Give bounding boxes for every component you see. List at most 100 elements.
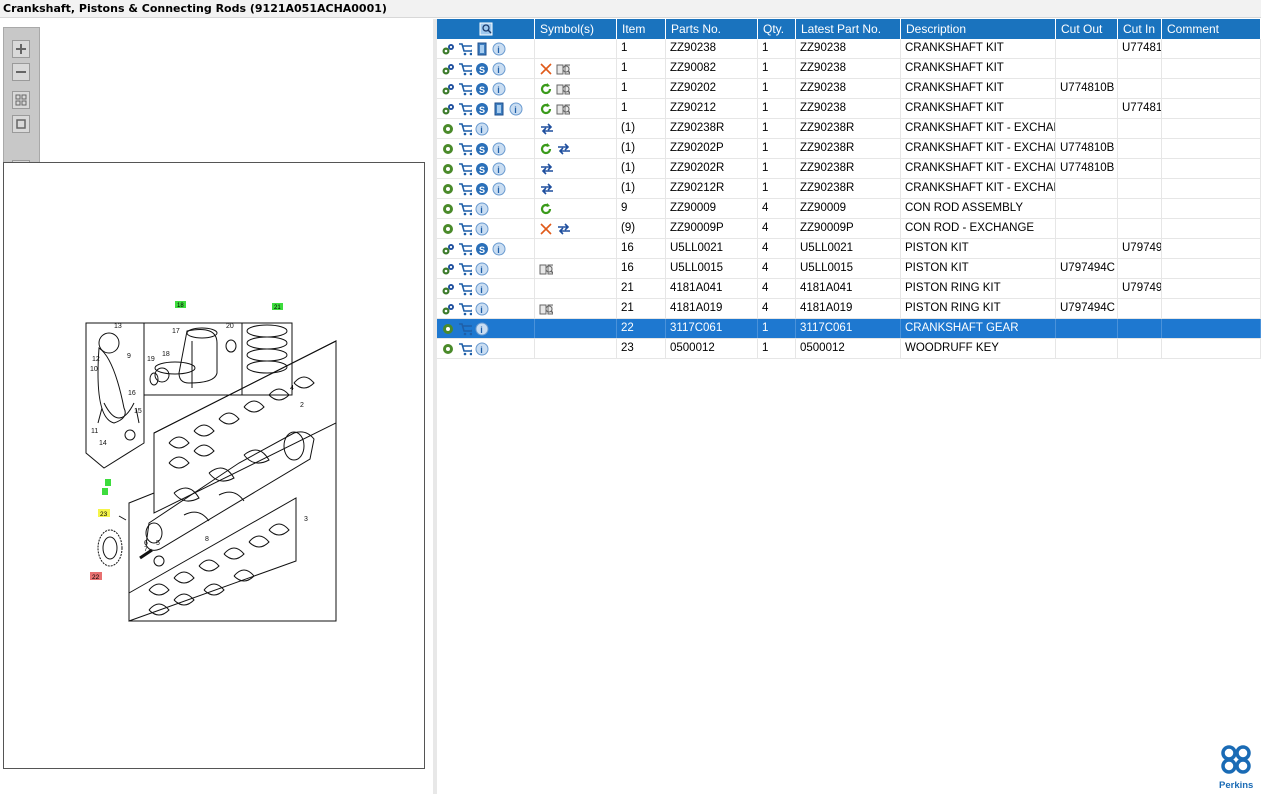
table-row[interactable]: Si 1 ZZ90212 1 ZZ90238 CRANKSHAFT KIT U77481 [437,99,1261,119]
callout-1[interactable] [102,488,108,495]
info-icon[interactable]: i [492,162,506,176]
cross-icon[interactable] [539,222,553,236]
book-search-icon[interactable] [556,62,570,76]
info-icon[interactable]: i [509,102,523,116]
s-badge-icon[interactable]: S [475,162,489,176]
info-icon[interactable]: i [492,242,506,256]
settings-icon[interactable] [441,262,455,276]
info-icon[interactable]: i [492,42,506,56]
settings-icon[interactable] [441,242,455,256]
info-icon[interactable]: i [475,282,489,296]
zoom-in-icon[interactable] [12,40,30,58]
gear-icon[interactable] [441,222,455,236]
settings-icon[interactable] [441,102,455,116]
table-row[interactable]: Si 1 ZZ90202 1 ZZ90238 CRANKSHAFT KIT U774810B [437,79,1261,99]
settings-icon[interactable] [441,82,455,96]
callout-9[interactable] [105,479,111,486]
cart-icon[interactable] [458,62,472,76]
info-icon[interactable]: i [475,322,489,336]
table-row[interactable]: i 1 ZZ90238 1 ZZ90238 CRANKSHAFT KIT U77481 [437,39,1261,59]
table-row[interactable]: i 16 U5LL0015 4 U5LL0015 PISTON KIT U797494C [437,259,1261,279]
column-header-qty[interactable]: Qty. [758,19,796,39]
cart-icon[interactable] [458,162,472,176]
refresh-icon[interactable] [539,82,553,96]
column-header-parts-no[interactable]: Parts No. [666,19,758,39]
cart-icon[interactable] [458,222,472,236]
table-row[interactable]: Si (1) ZZ90212R 1 ZZ90238R CRANKSHAFT KIT - E… [437,179,1261,199]
exchange-icon[interactable] [556,222,570,236]
s-badge-icon[interactable]: S [475,142,489,156]
exchange-icon[interactable] [539,162,553,176]
cart-icon[interactable] [458,302,472,316]
cart-icon[interactable] [458,262,472,276]
cart-icon[interactable] [458,322,472,336]
cart-icon[interactable] [458,42,472,56]
table-row[interactable]: i (9) ZZ90009P 4 ZZ90009P CON ROD - EXCHANGE [437,219,1261,239]
info-icon[interactable]: i [475,202,489,216]
cart-icon[interactable] [458,182,472,196]
zoom-out-icon[interactable] [12,63,30,81]
table-row[interactable]: i 22 3117C061 1 3117C061 CRANKSHAFT GEAR [437,319,1261,339]
column-header-cut-out[interactable]: Cut Out [1056,19,1118,39]
cart-icon[interactable] [458,102,472,116]
column-header-comment[interactable]: Comment [1162,19,1261,39]
table-row[interactable]: Si 16 U5LL0021 4 U5LL0021 PISTON KIT U79749 [437,239,1261,259]
settings-icon[interactable] [441,62,455,76]
s-badge-icon[interactable]: S [475,102,489,116]
info-icon[interactable]: i [492,142,506,156]
refresh-icon[interactable] [539,202,553,216]
column-header-actions[interactable] [437,19,535,39]
document-icon[interactable] [492,102,506,116]
refresh-icon[interactable] [539,142,553,156]
actual-size-icon[interactable] [12,115,30,133]
gear-icon[interactable] [441,142,455,156]
info-icon[interactable]: i [475,122,489,136]
cross-icon[interactable] [539,62,553,76]
info-icon[interactable]: i [475,342,489,356]
column-header-latest-part-no[interactable]: Latest Part No. [796,19,901,39]
cart-icon[interactable] [458,142,472,156]
cart-icon[interactable] [458,82,472,96]
exploded-parts-diagram[interactable]: 1720 1312 109 1918 1615 1114 42 76 53 8 … [4,163,424,768]
settings-icon[interactable] [441,302,455,316]
gear-icon[interactable] [441,202,455,216]
column-header-description[interactable]: Description [901,19,1056,39]
s-badge-icon[interactable]: S [475,182,489,196]
exchange-icon[interactable] [539,182,553,196]
table-row[interactable]: i 21 4181A041 4 4181A041 PISTON RING KIT U7974… [437,279,1261,299]
column-header-item[interactable]: Item [617,19,666,39]
gear-icon[interactable] [441,162,455,176]
table-row[interactable]: Si (1) ZZ90202P 1 ZZ90238R CRANKSHAFT KIT - E… [437,139,1261,159]
book-search-icon[interactable] [556,82,570,96]
gear-icon[interactable] [441,122,455,136]
gear-icon[interactable] [441,182,455,196]
settings-icon[interactable] [441,282,455,296]
s-badge-icon[interactable]: S [475,82,489,96]
info-icon[interactable]: i [475,262,489,276]
table-row[interactable]: i 23 0500012 1 0500012 WOODRUFF KEY [437,339,1261,359]
s-badge-icon[interactable]: S [475,242,489,256]
gear-icon[interactable] [441,342,455,356]
table-row[interactable]: i 21 4181A019 4 4181A019 PISTON RING KIT U7974… [437,299,1261,319]
table-row[interactable]: Si (1) ZZ90202R 1 ZZ90238R CRANKSHAFT KIT - E… [437,159,1261,179]
cart-icon[interactable] [458,342,472,356]
info-icon[interactable]: i [475,302,489,316]
exchange-icon[interactable] [539,122,553,136]
table-row[interactable]: i (1) ZZ90238R 1 ZZ90238R CRANKSHAFT KIT - EX… [437,119,1261,139]
document-icon[interactable] [475,42,489,56]
cart-icon[interactable] [458,122,472,136]
book-search-icon[interactable] [556,102,570,116]
book-search-icon[interactable] [539,262,553,276]
info-icon[interactable]: i [492,62,506,76]
column-header-symbols[interactable]: Symbol(s) [535,19,617,39]
settings-icon[interactable] [441,42,455,56]
table-row[interactable]: Si 1 ZZ90082 1 ZZ90238 CRANKSHAFT KIT [437,59,1261,79]
cart-icon[interactable] [458,202,472,216]
gear-icon[interactable] [441,322,455,336]
info-icon[interactable]: i [492,82,506,96]
cart-icon[interactable] [458,282,472,296]
fit-to-window-icon[interactable] [12,91,30,109]
search-column-icon[interactable] [479,22,493,36]
cart-icon[interactable] [458,242,472,256]
column-header-cut-in[interactable]: Cut In [1118,19,1162,39]
